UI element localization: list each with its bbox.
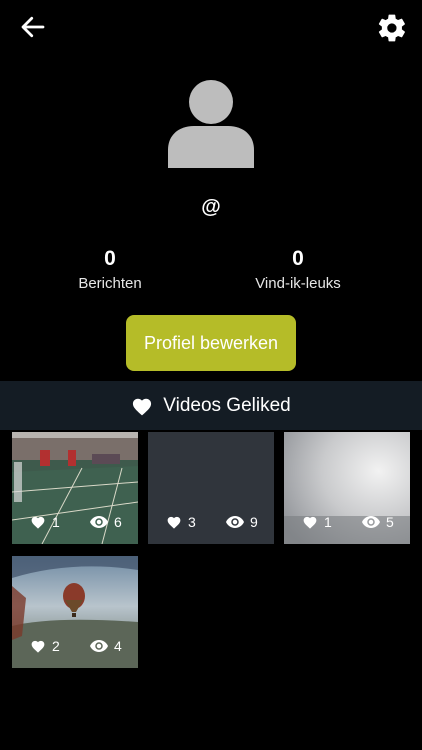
likes-counter: 1 <box>30 514 60 530</box>
heart-icon <box>167 516 181 529</box>
eye-icon <box>362 516 380 528</box>
likes-label: Vind-ik-leuks <box>255 275 341 292</box>
heart-icon <box>31 516 45 529</box>
tab-label: Videos Geliked <box>163 394 291 416</box>
eye-icon <box>90 640 108 652</box>
likes-counter: 2 <box>30 638 60 654</box>
video-thumbnail[interactable]: 2 4 <box>12 556 138 668</box>
likes-count: 2 <box>52 638 60 654</box>
eye-icon <box>226 516 244 528</box>
tab-liked-videos[interactable]: Videos Geliked <box>0 381 422 430</box>
views-counter: 4 <box>90 638 122 654</box>
views-counter: 6 <box>90 514 122 530</box>
likes-counter: 3 <box>166 514 196 530</box>
posts-stat: 0 Berichten <box>25 247 195 295</box>
avatar-placeholder-icon <box>168 80 254 168</box>
video-meta: 3 9 <box>148 514 274 534</box>
heart-icon <box>303 516 317 529</box>
likes-count: 1 <box>52 514 60 530</box>
settings-gear-icon[interactable] <box>376 12 408 44</box>
heart-icon <box>31 640 45 653</box>
back-arrow-icon[interactable] <box>18 12 48 42</box>
views-count: 6 <box>114 514 122 530</box>
video-meta: 1 6 <box>12 514 138 534</box>
profile-handle: @ <box>201 196 221 218</box>
views-count: 4 <box>114 638 122 654</box>
video-thumbnail[interactable]: 1 6 <box>12 432 138 544</box>
top-bar <box>0 0 422 56</box>
posts-count: 0 <box>104 247 116 270</box>
video-meta: 2 4 <box>12 638 138 658</box>
edit-profile-button[interactable]: Profiel bewerken <box>126 315 296 371</box>
posts-label: Berichten <box>78 275 142 292</box>
likes-count: 1 <box>324 514 332 530</box>
views-count: 9 <box>250 514 258 530</box>
likes-counter: 1 <box>302 514 332 530</box>
video-thumbnail[interactable]: 3 9 <box>148 432 274 544</box>
views-counter: 9 <box>226 514 258 530</box>
views-counter: 5 <box>362 514 394 530</box>
video-meta: 1 5 <box>284 514 410 534</box>
heart-icon <box>133 398 152 415</box>
views-count: 5 <box>386 514 394 530</box>
eye-icon <box>90 516 108 528</box>
video-thumbnail[interactable]: 1 5 <box>284 432 410 544</box>
likes-stat: 0 Vind-ik-leuks <box>213 247 383 295</box>
likes-count: 0 <box>292 247 304 270</box>
likes-count: 3 <box>188 514 196 530</box>
